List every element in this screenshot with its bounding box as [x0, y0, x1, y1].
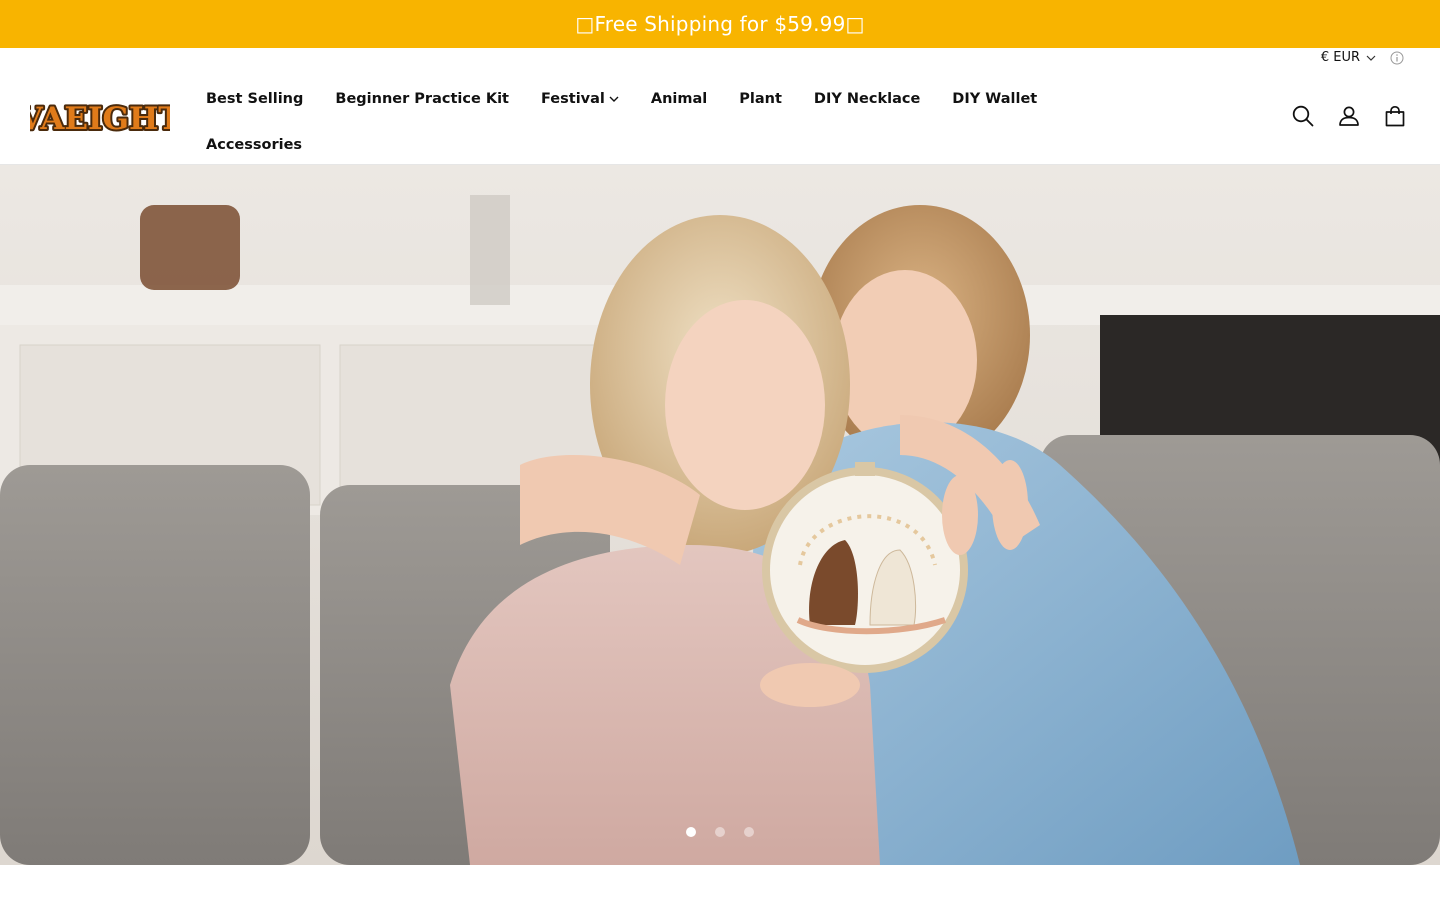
announcement-text: □Free Shipping for $59.99□ — [575, 12, 865, 36]
nav-item-accessories[interactable]: Accessories — [190, 122, 318, 168]
page-content-start — [0, 865, 1440, 900]
currency-label: € EUR — [1320, 50, 1360, 65]
nav-item-best-selling[interactable]: Best Selling — [190, 76, 319, 122]
nav-item-beginner-practice-kit[interactable]: Beginner Practice Kit — [319, 76, 525, 122]
slide-dot-3[interactable] — [744, 827, 754, 837]
site-header: € EUR VAEIGHT VAEIGHT Best Selling Beginn… — [0, 48, 1440, 199]
slide-dot-1[interactable] — [686, 827, 696, 837]
slide-dot-2[interactable] — [715, 827, 725, 837]
info-icon[interactable] — [1390, 51, 1404, 65]
slideshow-dots — [0, 827, 1440, 837]
nav-item-animal[interactable]: Animal — [635, 76, 723, 122]
chevron-down-icon — [1366, 55, 1376, 61]
account-icon[interactable] — [1338, 104, 1360, 128]
hero-slideshow[interactable] — [0, 165, 1440, 865]
search-icon[interactable] — [1292, 104, 1314, 128]
svg-text:VAEIGHT: VAEIGHT — [30, 101, 170, 137]
nav-item-plant[interactable]: Plant — [723, 76, 798, 122]
nav-item-label: Best Selling — [206, 91, 304, 107]
chevron-down-icon — [609, 96, 619, 102]
nav-item-festival[interactable]: Festival — [525, 76, 635, 122]
nav-item-label: Beginner Practice Kit — [335, 91, 509, 107]
logo-wordmark: VAEIGHT VAEIGHT — [16, 99, 184, 139]
hero-image — [0, 165, 1440, 865]
nav-item-label: DIY Wallet — [952, 91, 1038, 107]
nav-item-label: Accessories — [206, 137, 303, 153]
nav-item-label: Animal — [650, 91, 708, 107]
nav-item-label: Plant — [739, 91, 782, 107]
currency-selector[interactable]: € EUR — [1321, 50, 1404, 65]
logo[interactable]: VAEIGHT VAEIGHT — [16, 98, 184, 139]
nav-item-label: DIY Necklace — [813, 91, 921, 107]
header-actions — [1292, 104, 1406, 128]
nav-item-diy-wallet[interactable]: DIY Wallet — [936, 76, 1053, 122]
nav-item-diy-necklace[interactable]: DIY Necklace — [798, 76, 936, 122]
nav-item-label: Festival — [540, 91, 605, 107]
announcement-bar: □Free Shipping for $59.99□ — [0, 0, 1440, 48]
cart-icon[interactable] — [1384, 104, 1406, 128]
